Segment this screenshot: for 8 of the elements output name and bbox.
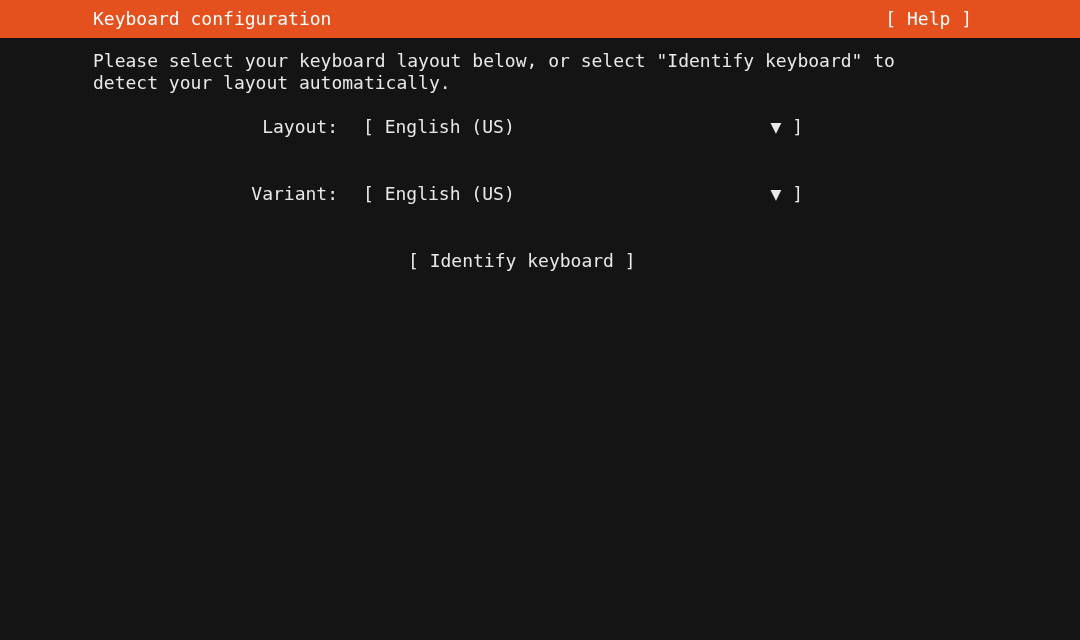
screen-title: Keyboard configuration <box>93 8 332 30</box>
field-label: Layout: <box>261 116 338 138</box>
field-label: Variant: <box>250 183 338 205</box>
dropdown[interactable]: [ English (US) ▼ ] <box>363 116 803 138</box>
instructions-text: Please select your keyboard layout below, or select "Identify keyboard" to detect your layout automatically. <box>93 50 896 94</box>
help-button[interactable]: [ Help ] <box>885 8 972 30</box>
identify-keyboard-button[interactable]: [ Identify keyboard ] <box>408 250 636 272</box>
dropdown[interactable]: [ English (US) ▼ ] <box>363 183 803 205</box>
